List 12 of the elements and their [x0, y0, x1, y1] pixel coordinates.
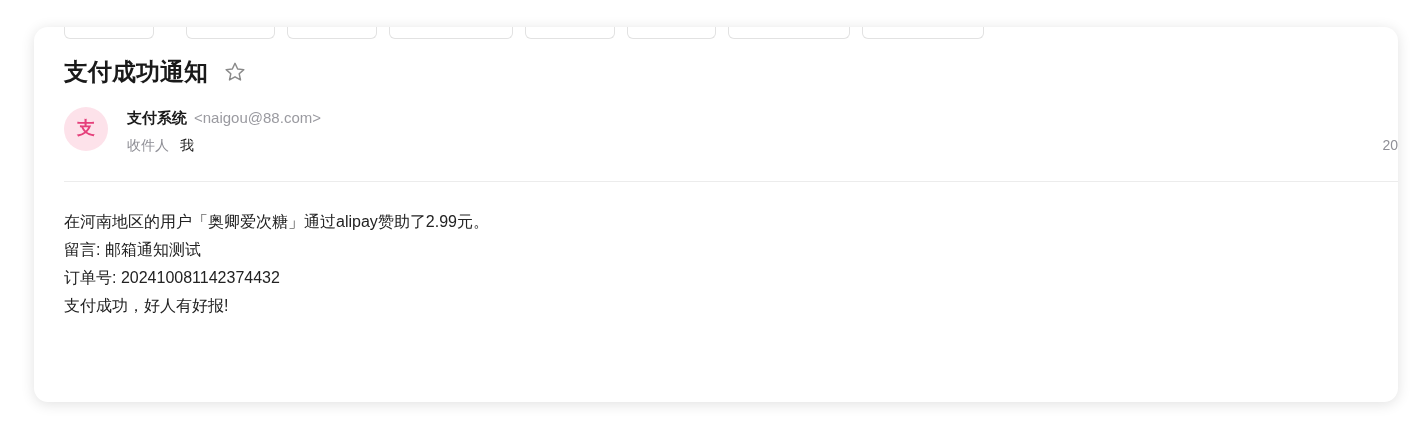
body-text-line: 留言: 邮箱通知测试: [64, 240, 202, 261]
body-text-line: 支付成功，好人有好报!: [64, 296, 230, 317]
recipient-label: 收件人: [127, 136, 169, 156]
sender-name: 支付系统: [127, 107, 187, 128]
sender-avatar: 支: [64, 106, 108, 151]
body-text-line: 在河南地区的用户「奥卿爱次糖」通过alipay赞助了2.99元。: [64, 212, 490, 233]
sender-email: <naigou@88.com>: [194, 107, 321, 128]
mail-subject: 支付成功通知: [64, 58, 208, 87]
body-text-line: 订单号: 202410081142374432: [64, 268, 281, 289]
mail-date: 20: [1382, 136, 1398, 156]
star-icon[interactable]: [224, 61, 246, 84]
recipient-name: 我: [180, 136, 194, 156]
